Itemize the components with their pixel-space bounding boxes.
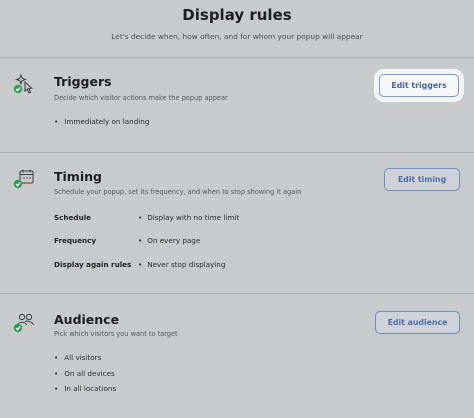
users-icon bbox=[13, 313, 34, 333]
timing-description: Schedule your popup, set its frequency, … bbox=[54, 188, 302, 196]
page-subtitle: Let's decide when, how often, and for wh… bbox=[111, 32, 363, 41]
schedule-label: Schedule bbox=[54, 213, 92, 222]
sparkle-pointer-icon bbox=[13, 73, 33, 94]
display-rules-page: Display rules Let's decide when, how oft… bbox=[0, 0, 474, 418]
display-again-value: Never stop displaying bbox=[138, 260, 225, 269]
triggers-section: Triggers Decide which visitor actions ma… bbox=[0, 58, 474, 152]
audience-item: All visitors bbox=[54, 353, 101, 362]
audience-title: Audience bbox=[54, 312, 120, 327]
page-title: Display rules bbox=[182, 6, 292, 24]
calendar-icon bbox=[13, 169, 34, 189]
trigger-item: Immediately on landing bbox=[54, 117, 149, 126]
timing-section: Timing Schedule your popup, set its freq… bbox=[0, 153, 474, 293]
audience-item: In all locations bbox=[54, 384, 116, 393]
timing-title: Timing bbox=[54, 169, 102, 184]
triggers-title: Triggers bbox=[54, 74, 112, 89]
edit-audience-button[interactable]: Edit audience bbox=[375, 311, 460, 334]
frequency-value: On every page bbox=[138, 236, 200, 245]
audience-item: On all devices bbox=[54, 369, 115, 378]
display-again-label: Display again rules bbox=[54, 260, 132, 269]
audience-section: Audience Pick which visitors you want to… bbox=[0, 294, 474, 418]
schedule-value: Display with no time limit bbox=[138, 213, 239, 222]
audience-description: Pick which visitors you want to target bbox=[54, 330, 178, 338]
triggers-description: Decide which visitor actions make the po… bbox=[54, 94, 228, 102]
frequency-label: Frequency bbox=[54, 236, 97, 245]
edit-triggers-button[interactable]: Edit triggers bbox=[379, 74, 459, 97]
edit-timing-button[interactable]: Edit timing bbox=[384, 168, 460, 191]
